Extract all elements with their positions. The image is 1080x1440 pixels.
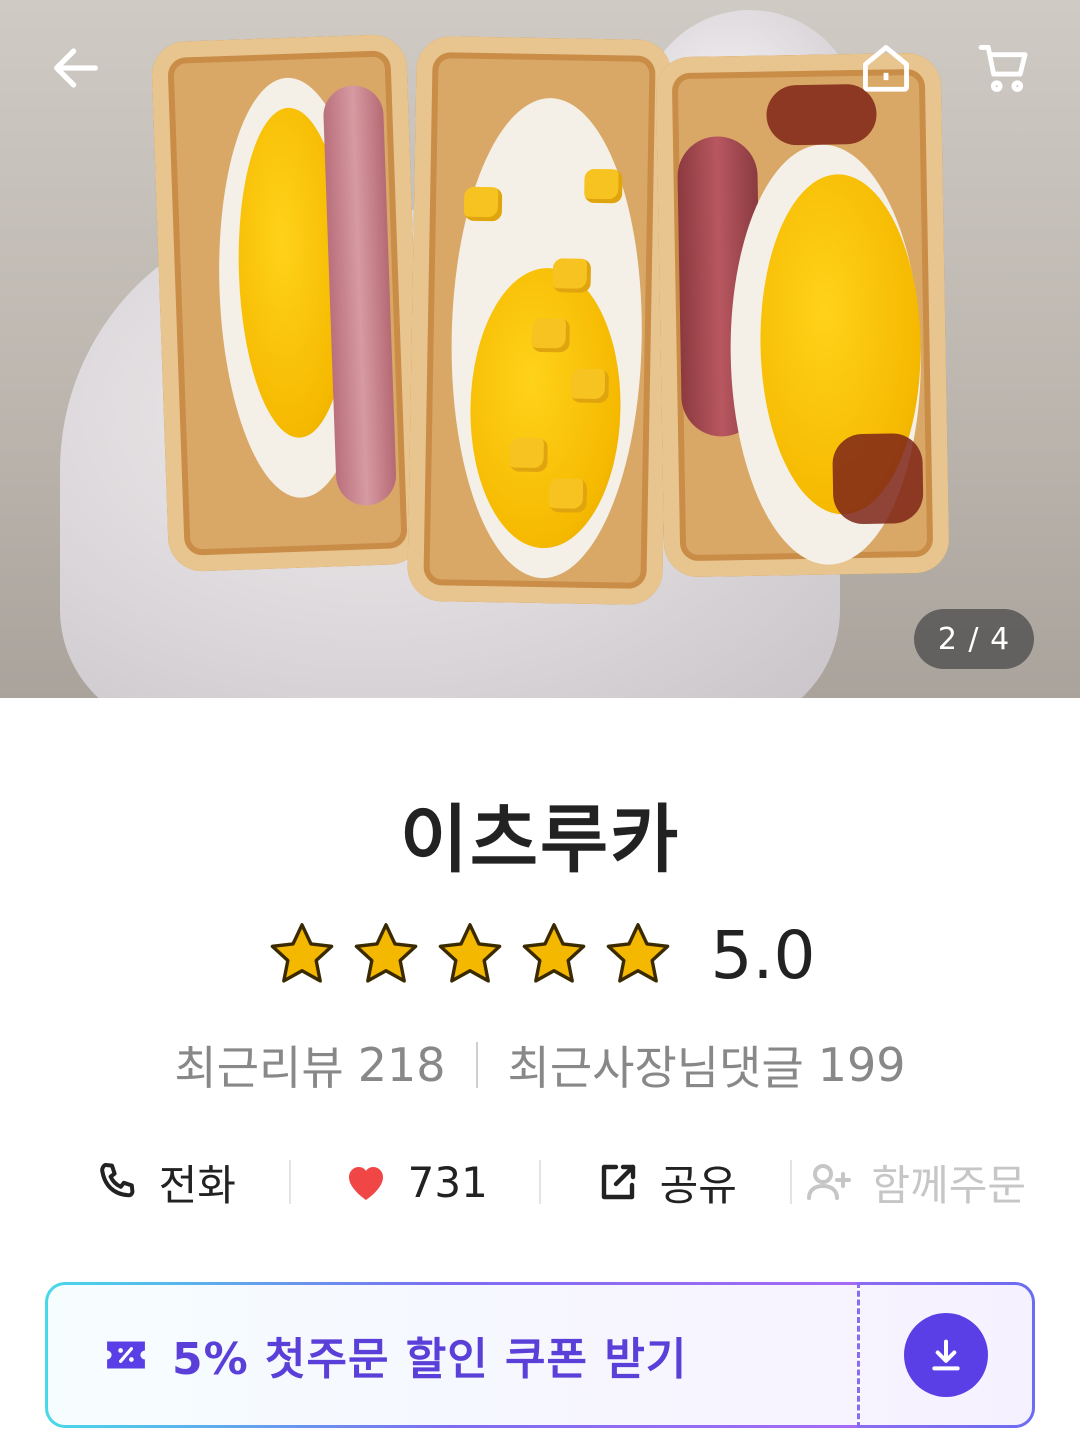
back-arrow-icon[interactable] bbox=[44, 36, 108, 100]
cart-icon[interactable] bbox=[972, 36, 1036, 100]
first-order-coupon[interactable]: 5% 첫주문 할인 쿠폰 받기 bbox=[45, 1282, 1035, 1432]
coupon-label: 5% 첫주문 할인 쿠폰 받기 bbox=[172, 1334, 688, 1385]
phone-icon bbox=[99, 1163, 135, 1198]
rating-stars bbox=[265, 918, 675, 992]
call-button[interactable]: 전화 bbox=[40, 1140, 289, 1224]
star-icon bbox=[606, 923, 669, 983]
store-actions: 전화 731 공유 함께주문 bbox=[40, 1140, 1040, 1224]
share-button[interactable]: 공유 bbox=[541, 1140, 790, 1224]
star-icon bbox=[522, 923, 585, 983]
like-button[interactable]: 731 bbox=[291, 1140, 540, 1224]
sandwich-image-right bbox=[655, 52, 950, 578]
owner-comments-label: 최근사장님댓글 bbox=[507, 1041, 804, 1095]
add-person-icon bbox=[807, 1164, 852, 1200]
recent-reviews-count: 218 bbox=[357, 1038, 446, 1092]
like-count: 731 bbox=[407, 1157, 488, 1207]
coupon-icon bbox=[107, 1341, 145, 1369]
sandwich-image-left bbox=[150, 33, 425, 573]
rating-value: 5.0 bbox=[710, 916, 816, 994]
download-icon bbox=[932, 1339, 960, 1371]
group-order-button[interactable]: 함께주문 bbox=[792, 1140, 1041, 1224]
review-stats[interactable]: 최근리뷰 218 최근사장님댓글 199 bbox=[0, 1030, 1080, 1100]
owner-comments-count: 199 bbox=[817, 1038, 906, 1092]
share-label: 공유 bbox=[659, 1160, 737, 1210]
stats-divider bbox=[475, 1042, 478, 1088]
recent-reviews-label: 최근리뷰 bbox=[174, 1041, 344, 1095]
store-photo-carousel[interactable]: 2 / 4 bbox=[0, 0, 1080, 698]
star-icon bbox=[354, 923, 417, 983]
star-icon bbox=[438, 923, 501, 983]
call-label: 전화 bbox=[158, 1160, 236, 1210]
sandwich-image-middle bbox=[407, 35, 672, 606]
home-icon[interactable] bbox=[854, 36, 918, 100]
share-icon bbox=[601, 1164, 635, 1200]
coupon-download-button[interactable] bbox=[904, 1313, 988, 1397]
coupon-body[interactable]: 5% 첫주문 할인 쿠폰 받기 bbox=[45, 1282, 857, 1428]
coupon-download-area bbox=[860, 1282, 1035, 1428]
rating-row: 5.0 bbox=[0, 910, 1080, 1000]
store-name: 이츠루카 bbox=[399, 797, 681, 883]
group-order-label: 함께주문 bbox=[871, 1160, 1027, 1210]
star-icon bbox=[270, 923, 333, 983]
image-pager-indicator: 2 / 4 bbox=[914, 609, 1034, 669]
heart-icon bbox=[348, 1167, 383, 1200]
